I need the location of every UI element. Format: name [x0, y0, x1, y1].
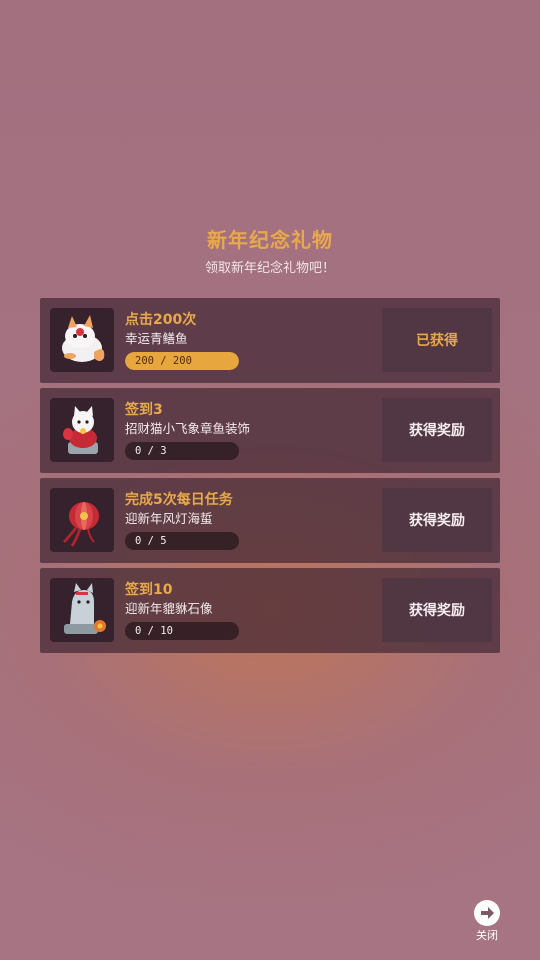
- page-title: 新年纪念礼物: [207, 228, 333, 252]
- progress-bar: 200 / 200: [125, 352, 239, 370]
- task-label: 签到3: [125, 402, 163, 418]
- reward-row: 完成5次每日任务 迎新年风灯海蜇 0 / 5 获得奖励: [40, 478, 500, 563]
- progress-text: 0 / 10: [135, 625, 173, 637]
- task-label: 完成5次每日任务: [125, 492, 233, 508]
- reward-list: 点击200次 幸运青鳝鱼 200 / 200 已获得 签到3 招财猫小飞象章鱼装…: [40, 298, 500, 658]
- reward-info: 签到10 迎新年貔貅石像 0 / 10: [125, 580, 375, 640]
- claim-reward-button[interactable]: 获得奖励: [382, 398, 492, 462]
- lucky-cat-icon: [50, 398, 114, 462]
- progress-bar: 0 / 5: [125, 532, 239, 550]
- progress-bar: 0 / 10: [125, 622, 239, 640]
- reward-name: 招财猫小飞象章鱼装饰: [125, 421, 251, 436]
- progress-bar: 0 / 3: [125, 442, 239, 460]
- arrow-right-icon[interactable]: [474, 900, 500, 926]
- reward-info: 完成5次每日任务 迎新年风灯海蜇 0 / 5: [125, 490, 375, 550]
- header: 新年纪念礼物 领取新年纪念礼物吧！: [0, 226, 540, 280]
- page-subtitle: 领取新年纪念礼物吧！: [204, 261, 335, 276]
- claimed-button[interactable]: 已获得: [382, 308, 492, 372]
- close-label: 关闭: [476, 929, 498, 942]
- reward-info: 签到3 招财猫小飞象章鱼装饰 0 / 3: [125, 400, 375, 460]
- reward-name: 迎新年风灯海蜇: [125, 511, 213, 526]
- claim-reward-button[interactable]: 获得奖励: [382, 578, 492, 642]
- progress-text: 200 / 200: [135, 355, 192, 367]
- reward-info: 点击200次 幸运青鳝鱼 200 / 200: [125, 310, 375, 370]
- lantern-icon: [50, 488, 114, 552]
- reward-row: 签到3 招财猫小飞象章鱼装饰 0 / 3 获得奖励: [40, 388, 500, 473]
- close-button[interactable]: 关闭: [466, 900, 508, 944]
- reward-name: 幸运青鳝鱼: [125, 331, 188, 346]
- reward-row: 点击200次 幸运青鳝鱼 200 / 200 已获得: [40, 298, 500, 383]
- progress-text: 0 / 5: [135, 535, 167, 547]
- claim-reward-button[interactable]: 获得奖励: [382, 488, 492, 552]
- progress-text: 0 / 3: [135, 445, 167, 457]
- reward-name: 迎新年貔貅石像: [125, 601, 213, 616]
- pixiu-statue-icon: [50, 578, 114, 642]
- task-label: 签到10: [125, 582, 173, 598]
- fox-fish-icon: [50, 308, 114, 372]
- reward-row: 签到10 迎新年貔貅石像 0 / 10 获得奖励: [40, 568, 500, 653]
- task-label: 点击200次: [125, 312, 197, 328]
